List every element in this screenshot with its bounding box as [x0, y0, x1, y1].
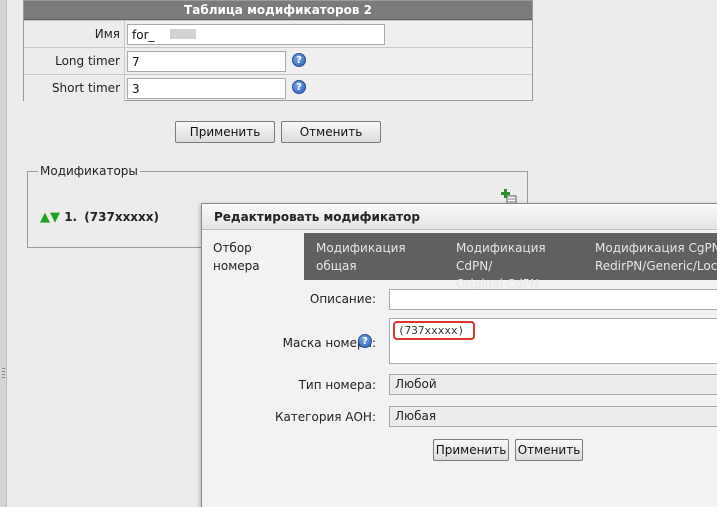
- tab-cdpn-modification[interactable]: Модификация CdPN/ Original CdPN: [448, 233, 586, 291]
- dialog-title[interactable]: Редактировать модификатор: [202, 204, 717, 230]
- description-label: Описание:: [309, 292, 376, 306]
- move-up-arrow-icon[interactable]: ▲: [40, 210, 50, 225]
- aon-category-select[interactable]: Любая: [389, 406, 717, 427]
- short-timer-help-icon[interactable]: ?: [292, 80, 306, 94]
- tab-cgpn-modification[interactable]: Модификация CgPN/ RedirPN/Generic/Loca: [587, 233, 717, 280]
- short-timer-row: Short timer ?: [24, 74, 532, 101]
- tab-general-modification[interactable]: Модификация общая: [308, 233, 446, 280]
- redacted-block: [170, 29, 196, 39]
- modifier-index: 1.: [64, 210, 78, 224]
- mask-textarea[interactable]: (737xxxxx): [389, 318, 717, 364]
- aon-category-label: Категория АОН:: [274, 410, 376, 424]
- edit-modifier-dialog: Редактировать модификатор Отбор номера М…: [201, 203, 717, 507]
- left-splitter[interactable]: [0, 0, 7, 507]
- dialog-apply-button[interactable]: Применить: [433, 439, 509, 461]
- description-row: Описание:: [202, 289, 717, 311]
- aon-category-row: Категория АОН: Любая: [202, 406, 717, 428]
- long-timer-input[interactable]: [127, 51, 286, 72]
- tab-label-line2: RedirPN/Generic/Loca: [595, 259, 717, 273]
- apply-button[interactable]: Применить: [175, 121, 275, 143]
- modifier-table-title: Таблица модификаторов 2: [24, 1, 532, 20]
- short-timer-label: Short timer: [24, 75, 125, 101]
- splitter-grip-icon[interactable]: [2, 368, 5, 380]
- modifier-mask[interactable]: (737xxxxx): [84, 210, 159, 224]
- modifier-list-item[interactable]: ▲▼ 1. (737xxxxx): [40, 210, 159, 225]
- tab-label: Отбор номера: [213, 241, 260, 273]
- long-timer-label: Long timer: [24, 48, 125, 74]
- long-timer-row: Long timer ?: [24, 47, 532, 74]
- tab-label: Модификация CgPN/: [595, 241, 717, 255]
- tab-label: Модификация CdPN/: [456, 241, 546, 273]
- name-input[interactable]: [127, 24, 385, 45]
- tab-number-selection[interactable]: Отбор номера: [205, 233, 304, 280]
- dialog-cancel-button[interactable]: Отменить: [515, 439, 583, 461]
- mask-row: Маска номера: ? (737xxxxx): [202, 318, 717, 364]
- name-label: Имя: [24, 21, 125, 47]
- cancel-button[interactable]: Отменить: [281, 121, 381, 143]
- dialog-tabs: Отбор номера Модификация общая Модификац…: [205, 233, 717, 291]
- long-timer-help-icon[interactable]: ?: [292, 53, 306, 67]
- tab-label: Модификация общая: [316, 241, 406, 273]
- mask-help-icon[interactable]: ?: [358, 334, 372, 348]
- modifiers-legend: Модификаторы: [38, 164, 140, 178]
- name-row: Имя: [24, 20, 532, 47]
- short-timer-input[interactable]: [127, 78, 286, 99]
- number-type-row: Тип номера: Любой: [202, 374, 717, 396]
- description-input[interactable]: [389, 289, 717, 310]
- modifier-table: Таблица модификаторов 2 Имя Long timer ?…: [23, 0, 533, 101]
- number-type-select[interactable]: Любой: [389, 374, 717, 395]
- move-down-arrow-icon[interactable]: ▼: [50, 210, 60, 225]
- number-type-label: Тип номера:: [298, 378, 376, 392]
- mask-value-highlight: (737xxxxx): [393, 321, 475, 340]
